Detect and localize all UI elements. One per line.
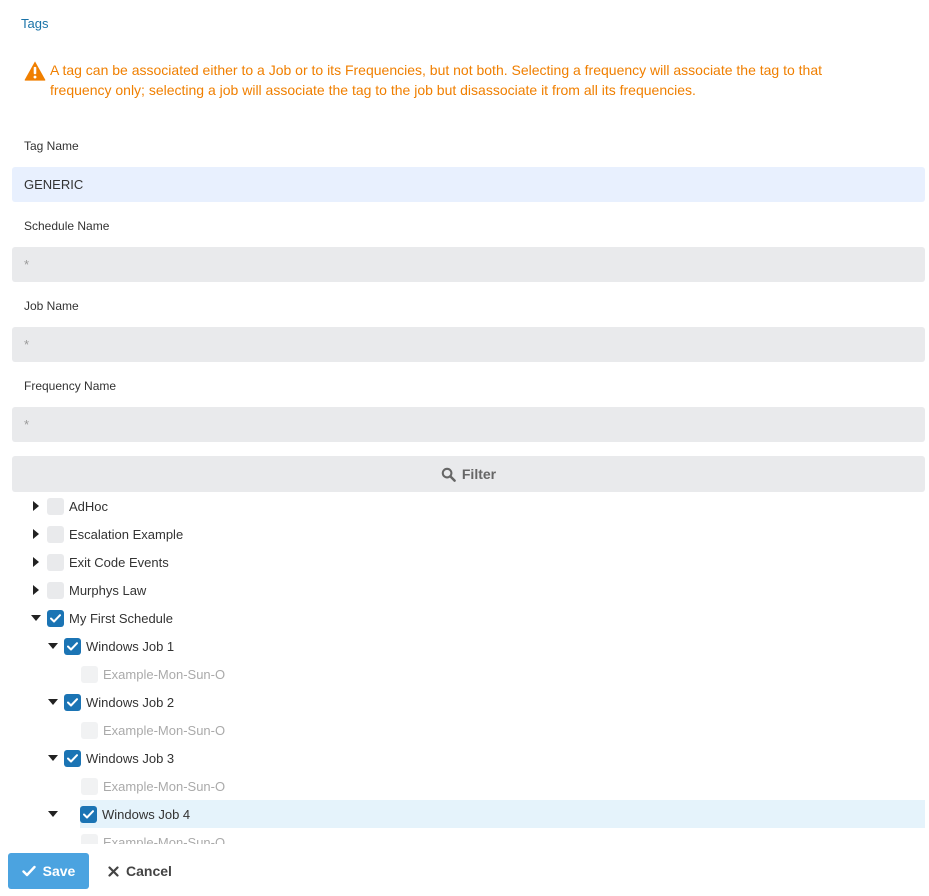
schedule-name-input xyxy=(12,247,925,282)
tree-node-label: Windows Job 3 xyxy=(86,750,175,766)
checkbox[interactable] xyxy=(47,497,64,515)
tree-node-label: AdHoc xyxy=(69,498,109,514)
job-name-input xyxy=(12,327,925,362)
tag-name-input[interactable] xyxy=(12,167,925,202)
tree-frequency-row[interactable]: Example-Mon-Sun-O xyxy=(62,772,925,800)
caret-down-icon[interactable] xyxy=(28,610,44,626)
tree-job-row[interactable]: Windows Job 2 xyxy=(45,688,925,716)
checkbox-checked[interactable] xyxy=(80,805,97,823)
tree-job-row[interactable]: Windows Job 4 xyxy=(48,800,925,828)
close-icon xyxy=(108,865,119,877)
cancel-button[interactable]: Cancel xyxy=(108,853,172,889)
checkmark-icon xyxy=(21,865,36,877)
tree-node-label: My First Schedule xyxy=(69,610,174,626)
caret-down-icon[interactable] xyxy=(45,638,61,654)
tree-job-row[interactable]: Windows Job 3 xyxy=(45,744,925,772)
tree-node-label: Exit Code Events xyxy=(69,554,169,570)
caret-right-icon[interactable] xyxy=(28,526,44,542)
job-name-label: Job Name xyxy=(24,299,79,313)
warning-message: A tag can be associated either to a Job … xyxy=(24,60,884,100)
checkbox[interactable] xyxy=(47,581,64,599)
checkmark-icon xyxy=(83,809,94,818)
tree-node-label: Murphys Law xyxy=(69,582,147,598)
tree-frequency-row[interactable]: Example-Mon-Sun-O xyxy=(62,660,925,688)
checkbox xyxy=(81,833,98,844)
caret-down-icon[interactable] xyxy=(45,806,61,822)
tree-schedule-row[interactable]: My First Schedule xyxy=(28,604,925,632)
checkbox xyxy=(81,777,98,795)
tree-schedule-row[interactable]: Murphys Law xyxy=(28,576,925,604)
tree-node-label: Example-Mon-Sun-O xyxy=(103,666,226,682)
schedule-name-label: Schedule Name xyxy=(24,219,110,233)
filter-label: Filter xyxy=(461,466,497,482)
tree-node-label: Example-Mon-Sun-O xyxy=(103,778,226,794)
checkmark-icon xyxy=(67,641,78,650)
tag-name-label: Tag Name xyxy=(24,139,79,153)
search-icon xyxy=(441,467,456,482)
frequency-name-label: Frequency Name xyxy=(24,379,117,393)
tree-schedule-row[interactable]: Exit Code Events xyxy=(28,548,925,576)
tree-node-label: Windows Job 1 xyxy=(86,638,175,654)
checkmark-icon xyxy=(67,697,78,706)
checkbox xyxy=(81,721,98,739)
warning-triangle-icon xyxy=(24,61,46,81)
checkbox-checked[interactable] xyxy=(64,637,81,655)
frequency-name-input xyxy=(12,407,925,442)
warning-text: A tag can be associated either to a Job … xyxy=(50,62,823,98)
checkmark-icon xyxy=(50,613,61,622)
schedule-tree: AdHoc Escalation Example Exit Code Events M… xyxy=(0,492,929,844)
tree-frequency-row[interactable]: Example-Mon-Sun-O xyxy=(62,716,925,744)
checkbox xyxy=(81,665,98,683)
caret-right-icon[interactable] xyxy=(28,582,44,598)
save-button[interactable]: Save xyxy=(8,853,89,889)
filter-button[interactable]: Filter xyxy=(12,456,925,492)
tree-node-label: Example-Mon-Sun-O xyxy=(103,834,226,845)
save-label: Save xyxy=(42,863,76,879)
checkbox-checked[interactable] xyxy=(47,609,64,627)
checkbox-checked[interactable] xyxy=(64,749,81,767)
tree-node-label: Windows Job 4 xyxy=(102,806,191,822)
tree-node-label: Escalation Example xyxy=(69,526,184,542)
checkbox-checked[interactable] xyxy=(64,693,81,711)
tree-frequency-row[interactable]: Example-Mon-Sun-O xyxy=(62,828,925,844)
caret-down-icon[interactable] xyxy=(45,694,61,710)
tree-job-row[interactable]: Windows Job 1 xyxy=(45,632,925,660)
tree-node-label: Windows Job 2 xyxy=(86,694,175,710)
checkmark-icon xyxy=(67,753,78,762)
caret-right-icon[interactable] xyxy=(28,498,44,514)
caret-down-icon[interactable] xyxy=(45,750,61,766)
tree-schedule-row[interactable]: AdHoc xyxy=(28,492,925,520)
tags-link[interactable]: Tags xyxy=(21,16,48,31)
caret-right-icon[interactable] xyxy=(28,554,44,570)
checkbox[interactable] xyxy=(47,553,64,571)
checkbox[interactable] xyxy=(47,525,64,543)
cancel-label: Cancel xyxy=(126,863,172,879)
tree-schedule-row[interactable]: Escalation Example xyxy=(28,520,925,548)
tree-node-label: Example-Mon-Sun-O xyxy=(103,722,226,738)
